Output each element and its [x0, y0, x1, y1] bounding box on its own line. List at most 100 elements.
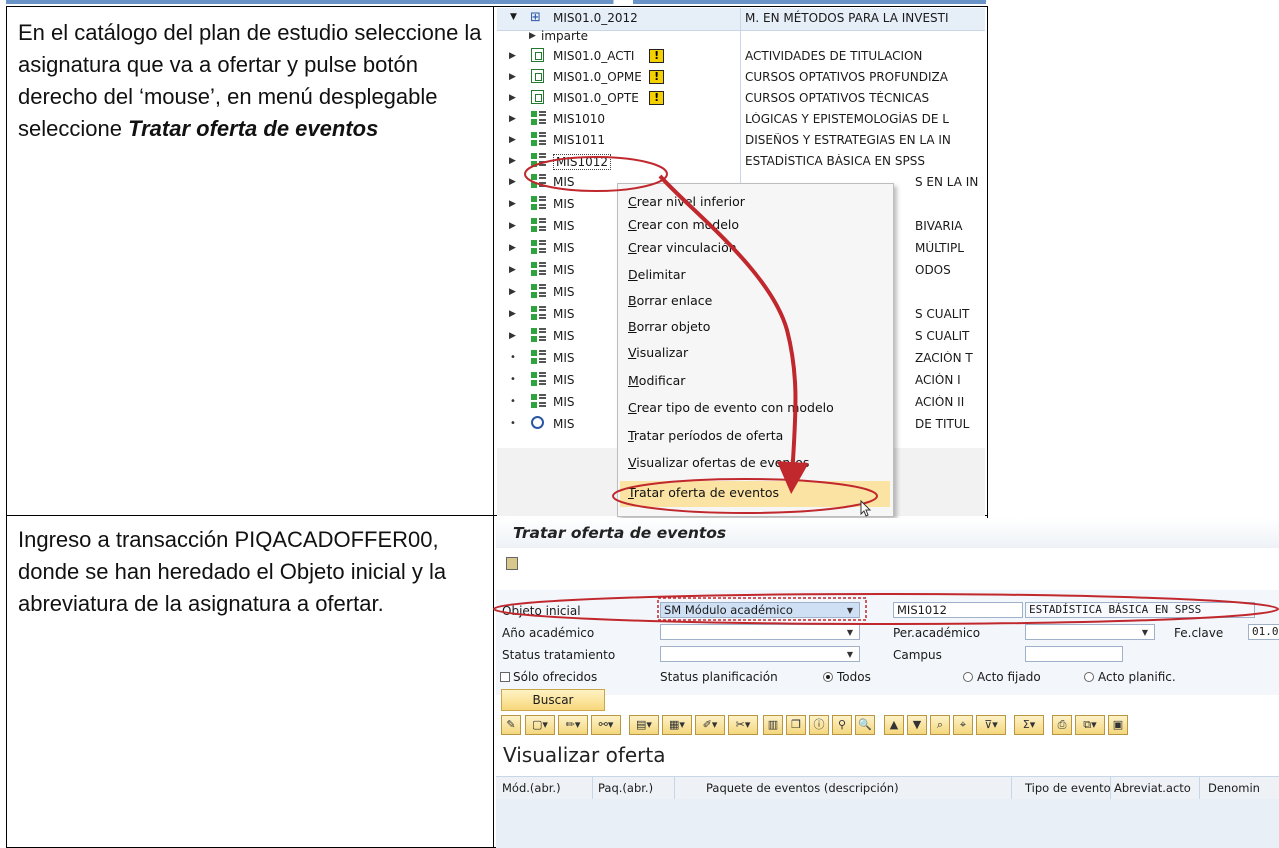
column-header[interactable]: Denomin [1208, 781, 1260, 795]
object-abbr-field[interactable]: MIS1012 [893, 602, 1023, 618]
create-icon[interactable]: ▢▾ [525, 715, 555, 735]
context-menu-item[interactable]: Crear nivel inferior [628, 191, 745, 213]
chevron-right-icon[interactable]: ▶ [509, 114, 516, 124]
radio-todos-label: Todos [837, 670, 871, 684]
tree-node-desc: ODOS [915, 263, 951, 277]
tree-node[interactable]: ▶ MIS1012 ESTADÍSTICA BÁSICA EN SPSS [497, 151, 985, 172]
sum-icon[interactable]: Σ▾ [1014, 715, 1044, 735]
column-header[interactable]: Abreviat.acto [1114, 781, 1191, 795]
context-menu-item[interactable]: Crear vinculación [628, 237, 737, 259]
tree-node[interactable]: ▶ MIS1011 DISEÑOS Y ESTRATEGIAS EN LA IN [497, 130, 985, 151]
radio-off-icon[interactable] [963, 672, 973, 682]
sort-desc-icon[interactable]: ▼ [907, 715, 927, 735]
context-menu-item[interactable]: Crear con modelo [628, 214, 739, 236]
campus-field[interactable] [1025, 646, 1123, 662]
context-menu-item[interactable]: Tratar períodos de oferta [628, 425, 783, 447]
export-icon[interactable]: ▣ [1108, 715, 1128, 735]
leaf-bullet-icon: • [510, 418, 516, 429]
copy-icon[interactable]: ❐ [786, 715, 806, 735]
view-icon[interactable]: ⧉▾ [1075, 715, 1105, 735]
tree-node-desc: DISEÑOS Y ESTRATEGIAS EN LA IN [745, 133, 951, 147]
chevron-right-icon[interactable]: ▶ [509, 331, 516, 341]
object-desc-value: ESTADÍSTICA BÁSICA EN SPSS [1029, 603, 1202, 616]
tree-node-name: MIS [553, 241, 575, 255]
module-icon [531, 328, 546, 343]
buscar-button[interactable]: Buscar [501, 689, 605, 711]
chevron-right-icon[interactable]: ▶ [509, 265, 516, 275]
context-menu-item[interactable]: Modificar [628, 370, 685, 392]
tree-node[interactable]: ▶ MIS01.0_OPME! CURSOS OPTATIVOS PROFUNDIZ… [497, 67, 985, 88]
module-icon [531, 306, 546, 321]
find-icon[interactable]: ⌕ [930, 715, 950, 735]
radio-acto-planific[interactable]: Acto planific. [1084, 670, 1176, 684]
chevron-right-icon[interactable]: ▶ [509, 51, 516, 61]
per-academico-select[interactable] [1025, 624, 1155, 640]
chevron-right-icon[interactable]: ▶ [509, 199, 516, 209]
chevron-right-icon[interactable]: ▶ [509, 93, 516, 103]
info-icon[interactable]: ⓘ [809, 715, 829, 735]
delete-icon[interactable]: ✂▾ [728, 715, 758, 735]
search-icon[interactable]: 🔍 [855, 715, 875, 735]
details-icon[interactable]: ✎ [501, 715, 521, 735]
context-menu-item[interactable]: Borrar enlace [628, 290, 712, 312]
module-icon [531, 132, 546, 147]
link-icon[interactable]: ⚯▾ [591, 715, 621, 735]
filter-icon[interactable]: ⊽▾ [976, 715, 1006, 735]
chevron-right-icon[interactable]: ▶ [509, 287, 516, 297]
screen-title: Tratar oferta de eventos [513, 524, 727, 542]
chevron-right-icon[interactable]: ▶ [509, 309, 516, 319]
column-header[interactable]: Paq.(abr.) [598, 781, 653, 795]
radio-off-icon[interactable] [1084, 672, 1094, 682]
ano-academico-select[interactable] [660, 624, 860, 640]
save-icon[interactable] [506, 557, 518, 570]
leaf-bullet-icon: • [510, 396, 516, 407]
tree-node[interactable]: ▶ MIS1010 LÓGICAS Y EPISTEMOLOGÍAS DE L [497, 109, 985, 130]
column-header[interactable]: Mód.(abr.) [502, 781, 561, 795]
radio-todos[interactable]: Todos [823, 670, 871, 684]
objeto-inicial-select[interactable]: SM Módulo académico [660, 602, 860, 618]
chevron-right-icon[interactable]: ▶ [529, 31, 536, 41]
chevron-right-icon[interactable]: ▶ [509, 156, 516, 166]
chevron-right-icon[interactable]: ▶ [509, 243, 516, 253]
radio-acto-fijado[interactable]: Acto fijado [963, 670, 1041, 684]
change-icon[interactable]: ✐▾ [695, 715, 725, 735]
tree-node[interactable]: ▶ MIS01.0_ACTI! ACTIVIDADES DE TITULACION [497, 46, 985, 67]
context-menu-item[interactable]: Delimitar [628, 264, 686, 286]
checkbox-icon[interactable] [500, 672, 510, 682]
table-icon[interactable]: ▤▾ [629, 715, 659, 735]
chevron-down-icon[interactable]: ▼ [510, 12, 517, 22]
chevron-right-icon[interactable]: ▶ [509, 177, 516, 187]
context-menu: Crear nivel inferior Crear con modelo Crea… [617, 183, 894, 517]
ano-academico-label: Año académico [502, 626, 595, 640]
grid-icon[interactable]: ▥ [763, 715, 783, 735]
step2-instructions: Ingreso a transacción PIQACADOFFER00, do… [7, 516, 494, 847]
objeto-inicial-label: Objeto inicial [502, 604, 581, 618]
calendar-icon[interactable]: ▦▾ [662, 715, 692, 735]
chevron-right-icon[interactable]: ▶ [509, 135, 516, 145]
tree-node[interactable]: ▶ MIS01.0_OPTE! CURSOS OPTATIVOS TÉCNICAS [497, 88, 985, 109]
sort-asc-icon[interactable]: ▲ [884, 715, 904, 735]
solo-ofrecidos-checkbox[interactable]: Sólo ofrecidos [500, 670, 597, 684]
module-icon [531, 153, 546, 168]
column-header[interactable]: Paquete de eventos (descripción) [706, 781, 899, 795]
status-tratamiento-select[interactable] [660, 646, 860, 662]
edit-icon[interactable]: ✏▾ [558, 715, 588, 735]
chevron-right-icon[interactable]: ▶ [509, 221, 516, 231]
context-menu-item[interactable]: Visualizar ofertas de eventos [628, 452, 809, 474]
tree-node-desc: DE TITUL [915, 417, 970, 431]
tree-node-desc: S CUALIT [915, 329, 970, 343]
context-menu-item[interactable]: Borrar objeto [628, 316, 710, 338]
context-menu-item[interactable]: Visualizar [628, 342, 688, 364]
print-icon[interactable]: ⎙ [1052, 715, 1072, 735]
radio-fijado-label: Acto fijado [977, 670, 1041, 684]
column-header[interactable]: Tipo de evento [1025, 781, 1111, 795]
chevron-right-icon[interactable]: ▶ [509, 72, 516, 82]
context-menu-item[interactable]: Tratar oferta de eventos [628, 482, 779, 504]
context-menu-item[interactable]: Crear tipo de evento con modelo [628, 397, 834, 419]
tree-node-name: MIS [553, 351, 575, 365]
network-icon[interactable]: ⚲ [832, 715, 852, 735]
tree-node-imparte[interactable]: ▶ imparte [497, 28, 985, 46]
find-next-icon[interactable]: ⌖ [953, 715, 973, 735]
radio-on-icon[interactable] [823, 672, 833, 682]
fe-clave-field[interactable]: 01.0 [1248, 624, 1279, 640]
